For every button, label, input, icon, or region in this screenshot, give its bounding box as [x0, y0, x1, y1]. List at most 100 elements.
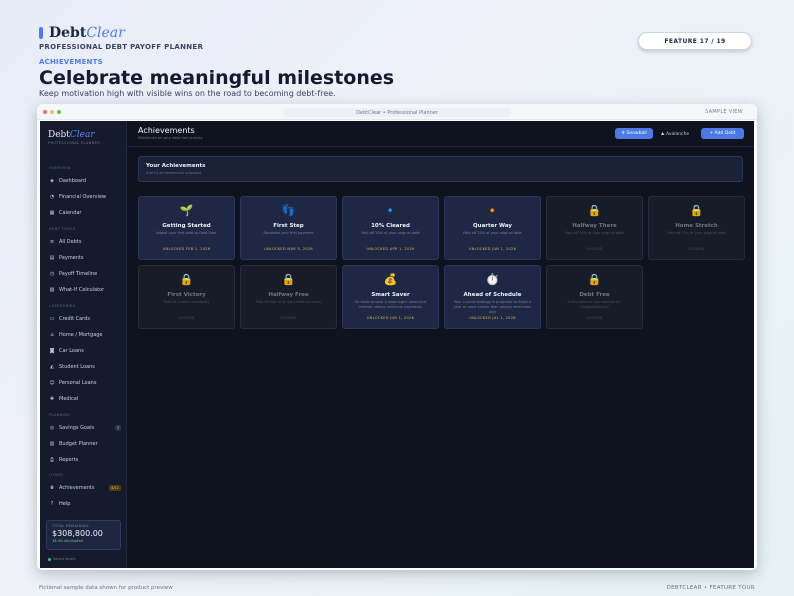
brand-accent-bar — [39, 27, 43, 39]
sidebar-item-help[interactable]: ? Help — [49, 499, 121, 509]
achievement-description: Paid off 75% of your original debt — [667, 231, 726, 235]
sidebar-item-label: Dashboard — [59, 178, 87, 184]
achievement-name: Home Stretch — [675, 223, 718, 229]
achievement-name: Quarter Way — [473, 223, 512, 229]
sidebar-item-savings-goals[interactable]: ◎ Savings Goals 3 — [49, 423, 121, 433]
printer-icon: ⎙ — [49, 457, 54, 463]
main-header: Achievements Milestones on your debt-fre… — [127, 121, 754, 147]
achievement-card: 🌱 Getting Started Added your first debt to… — [138, 196, 235, 260]
sidebar-item-credit-cards[interactable]: ▭ Credit Cards — [49, 314, 121, 324]
sidebar-item-label: Credit Cards — [59, 316, 90, 322]
total-remaining-value: $308,800.00 — [52, 529, 103, 538]
address-bar[interactable]: DebtClear • Professional Planner — [283, 108, 511, 117]
achievement-description: Paid off a debt completely — [163, 300, 210, 304]
seedling-icon: 🌱 — [179, 204, 194, 217]
sidebar-item-label: Car Loans — [59, 348, 84, 354]
snowball-button[interactable]: ❄ Snowball — [615, 128, 653, 139]
lock-icon: 🔒 — [179, 273, 194, 286]
achievement-name: Ahead of Schedule — [463, 292, 522, 298]
sidebar-item-achievements[interactable]: ♛ Achievements 4/11 — [49, 483, 121, 493]
achievement-description: Paid off 25% of your original debt — [463, 231, 522, 235]
achievement-status: UNLOCKED JUN 1, 2026 — [366, 316, 415, 320]
total-eliminated-text: 18.4% eliminated — [52, 539, 83, 543]
receipt-icon: ▤ — [49, 255, 55, 261]
sidebar-item-calendar[interactable]: ▦ Calendar — [49, 208, 121, 218]
sidebar-item-financial-overview[interactable]: ◔ Financial Overview — [49, 192, 121, 202]
sidebar-item-reports[interactable]: ⎙ Reports — [49, 455, 121, 465]
achievement-card: ⏱️ Ahead of Schedule Your current strategy… — [444, 265, 541, 329]
achievement-card: 🔒 Halfway There Paid off 50% of your origi… — [546, 196, 643, 260]
sidebar-item-label: All Debts — [59, 239, 82, 245]
sidebar-item-student-loans[interactable]: ◭ Student Loans — [49, 362, 121, 372]
lock-icon: 🔒 — [281, 273, 296, 286]
achievement-description: Every balance has reached $0. Congratula… — [567, 300, 622, 309]
sidebar-item-label: Calendar — [59, 210, 82, 216]
sidebar-item-budget-planner[interactable]: ▥ Budget Planner — [49, 439, 121, 449]
sidebar-item-personal-loans[interactable]: ☺ Personal Loans — [49, 378, 121, 388]
achievement-status: UNLOCKED APR 1, 2026 — [366, 247, 415, 251]
achievement-name: Debt Free — [579, 292, 610, 298]
total-remaining-label: TOTAL REMAINING — [52, 524, 89, 528]
sidebar: DebtClear PROFESSIONAL PLANNER OVERVIEW … — [40, 121, 127, 568]
dashboard-icon: ◈ — [50, 178, 54, 184]
calculator-icon: ▧ — [49, 287, 55, 293]
page-headline: Celebrate meaningful milestones — [39, 67, 395, 89]
sidebar-item-label: Savings Goals — [59, 425, 95, 431]
achievement-description: Paid off 10% of your original debt — [361, 231, 420, 235]
maximize-window-button[interactable] — [57, 109, 61, 114]
achievement-name: First Step — [273, 223, 304, 229]
achievements-summary-panel: Your Achievements 4 of 11 achievements u… — [138, 156, 743, 182]
sidebar-item-all-debts[interactable]: ≡ All Debts — [49, 237, 121, 247]
graduation-cap-icon: ◭ — [50, 364, 54, 370]
achievement-description: On track to save a meaningful amount of … — [354, 300, 427, 309]
page-title: Achievements — [138, 126, 195, 135]
orange-diamond-icon: 🔸 — [485, 204, 500, 217]
achievement-description: Added your first debt to DebtClear — [156, 231, 217, 235]
achievement-status: UNLOCKED JUN 1, 2026 — [468, 247, 517, 251]
add-debt-button[interactable]: + Add Debt — [701, 128, 744, 139]
sidebar-item-medical[interactable]: ✚ Medical — [49, 394, 121, 404]
minimize-window-button[interactable] — [50, 109, 54, 114]
sidebar-item-what-if-calculator[interactable]: ▧ What-If Calculator — [49, 285, 121, 295]
sidebar-logo[interactable]: DebtClear — [48, 130, 95, 140]
calendar-icon: ▦ — [49, 210, 55, 216]
achievement-description: Recorded your first payment — [263, 231, 314, 235]
brand-accent: Clear — [86, 25, 125, 41]
page-subhead: Keep motivation high with visible wins o… — [39, 89, 336, 98]
achievement-card: 💰 Smart Saver On track to save a meaningfu… — [342, 265, 439, 329]
sidebar-item-home-mortgage[interactable]: ⌂ Home / Mortgage — [49, 330, 121, 340]
sidebar-item-dashboard[interactable]: ◈ Dashboard — [49, 176, 121, 186]
section-overview: OVERVIEW — [49, 166, 71, 170]
page-subtitle: Milestones on your debt-free journey — [138, 136, 203, 140]
achievement-name: Getting Started — [162, 223, 211, 229]
app-content: DebtClear PROFESSIONAL PLANNER OVERVIEW … — [40, 121, 754, 568]
lock-icon: 🔒 — [587, 273, 602, 286]
avalanche-button[interactable]: ⛰ Avalanche — [657, 128, 693, 139]
help-icon: ? — [50, 501, 54, 507]
brand-logo: DebtClear — [49, 25, 125, 41]
achievement-status: LOCKED — [586, 247, 603, 251]
lock-icon: 🔒 — [689, 204, 704, 217]
achievements-badge: 4/11 — [109, 485, 121, 491]
sidebar-item-payments[interactable]: ▤ Payments — [49, 253, 121, 263]
sample-view-label: SAMPLE VIEW — [705, 109, 743, 115]
money-bag-icon: 💰 — [383, 273, 398, 286]
blue-diamond-icon: 🔹 — [383, 204, 398, 217]
sidebar-item-label: Medical — [59, 396, 79, 402]
close-window-button[interactable] — [43, 109, 47, 114]
sidebar-item-car-loans[interactable]: ◙ Car Loans — [49, 346, 121, 356]
achievement-description: Paid off half of all your debt accounts — [255, 300, 322, 304]
section-kicker: ACHIEVEMENTS — [39, 58, 103, 66]
sidebar-brand-subtitle: PROFESSIONAL PLANNER — [48, 141, 101, 145]
footer-tour-label: DEBTCLEAR • FEATURE TOUR — [666, 585, 755, 591]
achievement-name: Halfway Free — [268, 292, 309, 298]
brand: DebtClear — [39, 25, 125, 41]
tagline: PROFESSIONAL DEBT PAYOFF PLANNER — [39, 43, 204, 51]
achievement-card: 🔒 First Victory Paid off a debt completely… — [138, 265, 235, 329]
sidebar-item-label: Personal Loans — [59, 380, 97, 386]
achievement-status: UNLOCKED JUL 1, 2026 — [469, 316, 516, 320]
sidebar-item-label: Student Loans — [59, 364, 95, 370]
sidebar-item-payoff-timeline[interactable]: ◷ Payoff Timeline — [49, 269, 121, 279]
section-planning: PLANNING — [49, 413, 71, 417]
sidebar-item-label: What-If Calculator — [59, 287, 105, 293]
